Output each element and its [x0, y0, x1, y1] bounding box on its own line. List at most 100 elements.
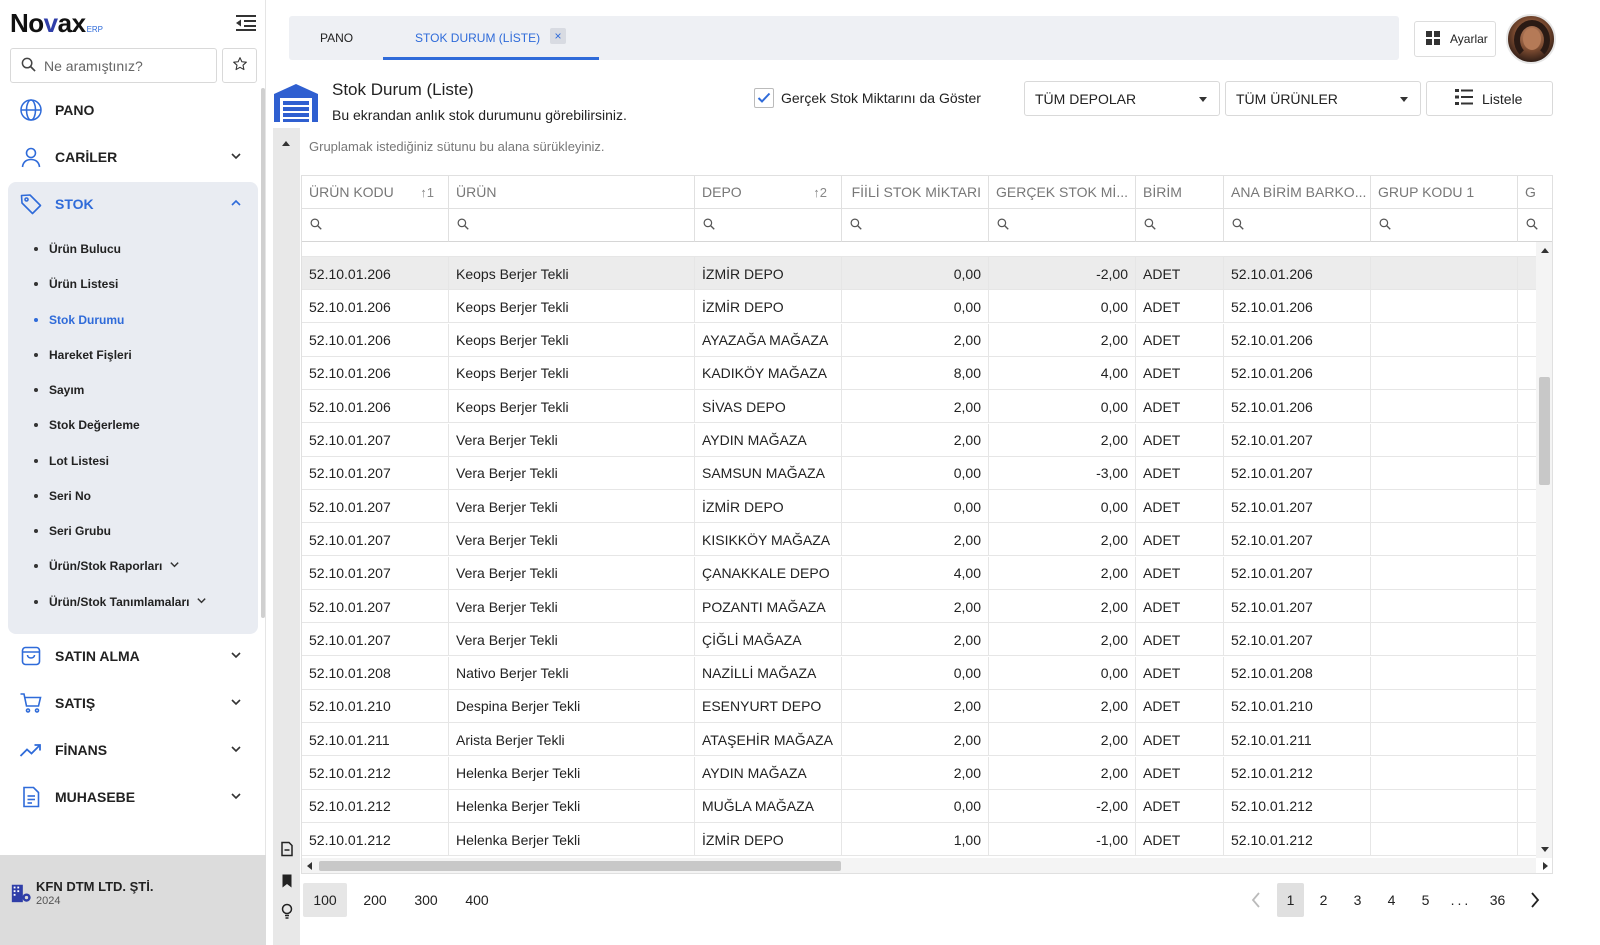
sidebar-item-cariler[interactable]: CARİLER	[10, 135, 258, 179]
table-row[interactable]: 52.10.01.206 Keops Berjer Tekli KADIKÖY MA…	[302, 356, 1536, 390]
scroll-down-icon[interactable]	[1541, 847, 1549, 852]
table-row[interactable]: 52.10.01.206 Keops Berjer Tekli AYAZAĞA MA…	[302, 323, 1536, 357]
table-row[interactable]: 52.10.01.212 Helenka Berjer Tekli İZMİR DE…	[302, 823, 1536, 857]
avatar[interactable]	[1506, 14, 1556, 64]
sidebar-scrollbar[interactable]	[261, 88, 265, 618]
sidebar-item-satin-alma[interactable]: SATIN ALMA	[10, 634, 258, 678]
close-icon[interactable]: ×	[550, 28, 566, 44]
page-number[interactable]: 2	[1310, 883, 1337, 917]
sidebar-subitem-urun-stok-raporlari[interactable]: Ürün/Stok Raporları	[34, 556, 180, 576]
real-stock-toggle[interactable]: Gerçek Stok Miktarını da Göster	[754, 88, 981, 108]
column-header[interactable]: G	[1518, 176, 1552, 209]
column-header[interactable]: DEPO ↑2	[695, 176, 842, 209]
column-filter[interactable]	[1136, 209, 1224, 242]
column-filter[interactable]	[302, 209, 449, 242]
favorite-button[interactable]	[222, 48, 257, 83]
table-cell: 52.10.01.207	[1224, 423, 1371, 457]
lightbulb-icon[interactable]	[279, 903, 295, 919]
table-row[interactable]: 52.10.01.210 Despina Berjer Tekli ESENYURT…	[302, 689, 1536, 723]
page-size-option[interactable]: 400	[455, 883, 499, 917]
page-size-option[interactable]: 200	[353, 883, 397, 917]
chevron-right-icon[interactable]	[1521, 883, 1548, 917]
sidebar-subitem-sayim[interactable]: Sayım	[34, 380, 84, 400]
table-row[interactable]: 52.10.01.211 Arista Berjer Tekli ATAŞEHİR …	[302, 723, 1536, 757]
scroll-right-icon[interactable]	[1543, 862, 1548, 870]
table-row[interactable]: 52.10.01.207 Vera Berjer Tekli POZANTI MAĞ…	[302, 590, 1536, 623]
table-row[interactable]: 52.10.01.206 Keops Berjer Tekli İZMİR DEPO…	[302, 257, 1536, 290]
file-icon[interactable]	[279, 841, 295, 857]
column-filter[interactable]	[449, 209, 695, 242]
depo-select[interactable]: TÜM DEPOLAR	[1024, 81, 1220, 116]
column-filter[interactable]	[842, 209, 989, 242]
list-button[interactable]: Listele	[1426, 81, 1553, 116]
page-size-option[interactable]: 300	[404, 883, 448, 917]
column-header[interactable]: GRUP KODU 1	[1371, 176, 1518, 209]
sidebar-subitem-urun-bulucu[interactable]: Ürün Bulucu	[34, 239, 121, 259]
sidebar-subitem-stok-durumu[interactable]: Stok Durumu	[34, 310, 124, 330]
column-header[interactable]: ANA BİRİM BARKO...	[1224, 176, 1371, 209]
column-header[interactable]: FİİLİ STOK MİKTARI	[842, 176, 989, 209]
group-panel[interactable]: Gruplamak istediğiniz sütunu bu alana sü…	[309, 139, 605, 154]
sidebar-item-muhasebe[interactable]: MUHASEBE	[10, 775, 258, 819]
table-row[interactable]: 52.10.01.207 Vera Berjer Tekli İZMİR DEPO 0…	[302, 490, 1536, 524]
table-row[interactable]: 52.10.01.206 Keops Berjer Tekli İZMİR DEPO…	[302, 290, 1536, 324]
page-size-option[interactable]: 100	[303, 883, 347, 917]
table-row[interactable]: 52.10.01.207 Vera Berjer Tekli SAMSUN MAĞA…	[302, 456, 1536, 490]
sidebar-subitem-urun-stok-tanimlamalari[interactable]: Ürün/Stok Tanımlamaları	[34, 592, 207, 612]
search-input[interactable]	[44, 57, 204, 74]
real-stock-checkbox[interactable]	[754, 88, 774, 108]
chevron-left-icon[interactable]	[1242, 883, 1269, 917]
column-filter[interactable]	[1371, 209, 1518, 242]
table-cell: 52.10.01.206	[1224, 257, 1371, 290]
search-icon	[850, 217, 862, 233]
table-row[interactable]: 52.10.01.207 Vera Berjer Tekli KISIKKÖY MA…	[302, 523, 1536, 557]
sidebar-subitem-stok-degerleme[interactable]: Stok Değerleme	[34, 415, 140, 435]
scroll-left-icon[interactable]	[307, 862, 312, 870]
sidebar-subitem-lot-listesi[interactable]: Lot Listesi	[34, 451, 109, 471]
company-panel[interactable]: KFN DTM LTD. ŞTİ. 2024	[0, 855, 266, 945]
column-filter[interactable]	[695, 209, 842, 242]
sidebar-item-pano[interactable]: PANO	[10, 88, 258, 132]
table-row[interactable]: 52.10.01.212 Helenka Berjer Tekli AYDIN MA…	[302, 756, 1536, 790]
tab-pano[interactable]: PANO	[320, 16, 353, 60]
sidebar-subitem-seri-no[interactable]: Seri No	[34, 486, 91, 506]
sidebar-subitem-urun-listesi[interactable]: Ürün Listesi	[34, 274, 118, 294]
horizontal-scrollbar[interactable]	[302, 858, 1548, 873]
sidebar-subitem-seri-grubu[interactable]: Seri Grubu	[34, 521, 111, 541]
sidebar-subitem-hareket-fisleri[interactable]: Hareket Fişleri	[34, 345, 132, 365]
tab-stok-durum-liste[interactable]: STOK DURUM (LİSTE)	[415, 16, 540, 60]
table-row[interactable]: 52.10.01.206 Keops Berjer Tekli SİVAS DEPO…	[302, 390, 1536, 424]
table-row[interactable]: 52.10.01.212 Helenka Berjer Tekli MUĞLA MA…	[302, 789, 1536, 823]
bookmark-icon[interactable]	[279, 873, 295, 889]
settings-button[interactable]: Ayarlar	[1414, 21, 1496, 57]
column-header[interactable]: ÜRÜN KODU ↑1	[302, 176, 449, 209]
horizontal-scroll-thumb[interactable]	[319, 861, 841, 871]
column-filter[interactable]	[1224, 209, 1371, 242]
scroll-up-icon[interactable]	[1541, 248, 1549, 253]
column-header[interactable]: BİRİM	[1136, 176, 1224, 209]
sidebar-item-stok[interactable]: STOK	[10, 182, 258, 226]
page-number[interactable]: 1	[1277, 883, 1304, 917]
page-number[interactable]: 4	[1378, 883, 1405, 917]
column-filter[interactable]	[1518, 209, 1552, 242]
collapse-up-icon[interactable]	[282, 141, 290, 146]
vertical-scroll-thumb[interactable]	[1539, 377, 1550, 485]
sidebar-item-finans[interactable]: FİNANS	[10, 728, 258, 772]
column-header[interactable]: GERÇEK STOK Mİ...	[989, 176, 1136, 209]
table-row[interactable]: 52.10.01.207 Vera Berjer Tekli AYDIN MAĞAZ…	[302, 423, 1536, 457]
menu-collapse-icon[interactable]	[236, 14, 256, 32]
column-filter[interactable]	[989, 209, 1136, 242]
page-number[interactable]: 36	[1484, 883, 1511, 917]
logo[interactable]: Novax ERP	[10, 8, 103, 40]
vertical-scrollbar[interactable]	[1536, 242, 1552, 858]
table-cell: 2,00	[989, 523, 1136, 557]
urun-select[interactable]: TÜM ÜRÜNLER	[1225, 81, 1421, 116]
table-row[interactable]: 52.10.01.207 Vera Berjer Tekli ÇİĞLİ MAĞAZ…	[302, 623, 1536, 657]
column-header[interactable]: ÜRÜN	[449, 176, 695, 209]
sidebar-item-satis[interactable]: SATIŞ	[10, 681, 258, 725]
cart-icon	[18, 690, 44, 716]
table-row[interactable]: 52.10.01.208 Nativo Berjer Tekli NAZİLLİ M…	[302, 656, 1536, 690]
page-number[interactable]: 3	[1344, 883, 1371, 917]
table-row[interactable]: 52.10.01.207 Vera Berjer Tekli ÇANAKKALE D…	[302, 556, 1536, 590]
page-number[interactable]: 5	[1412, 883, 1439, 917]
